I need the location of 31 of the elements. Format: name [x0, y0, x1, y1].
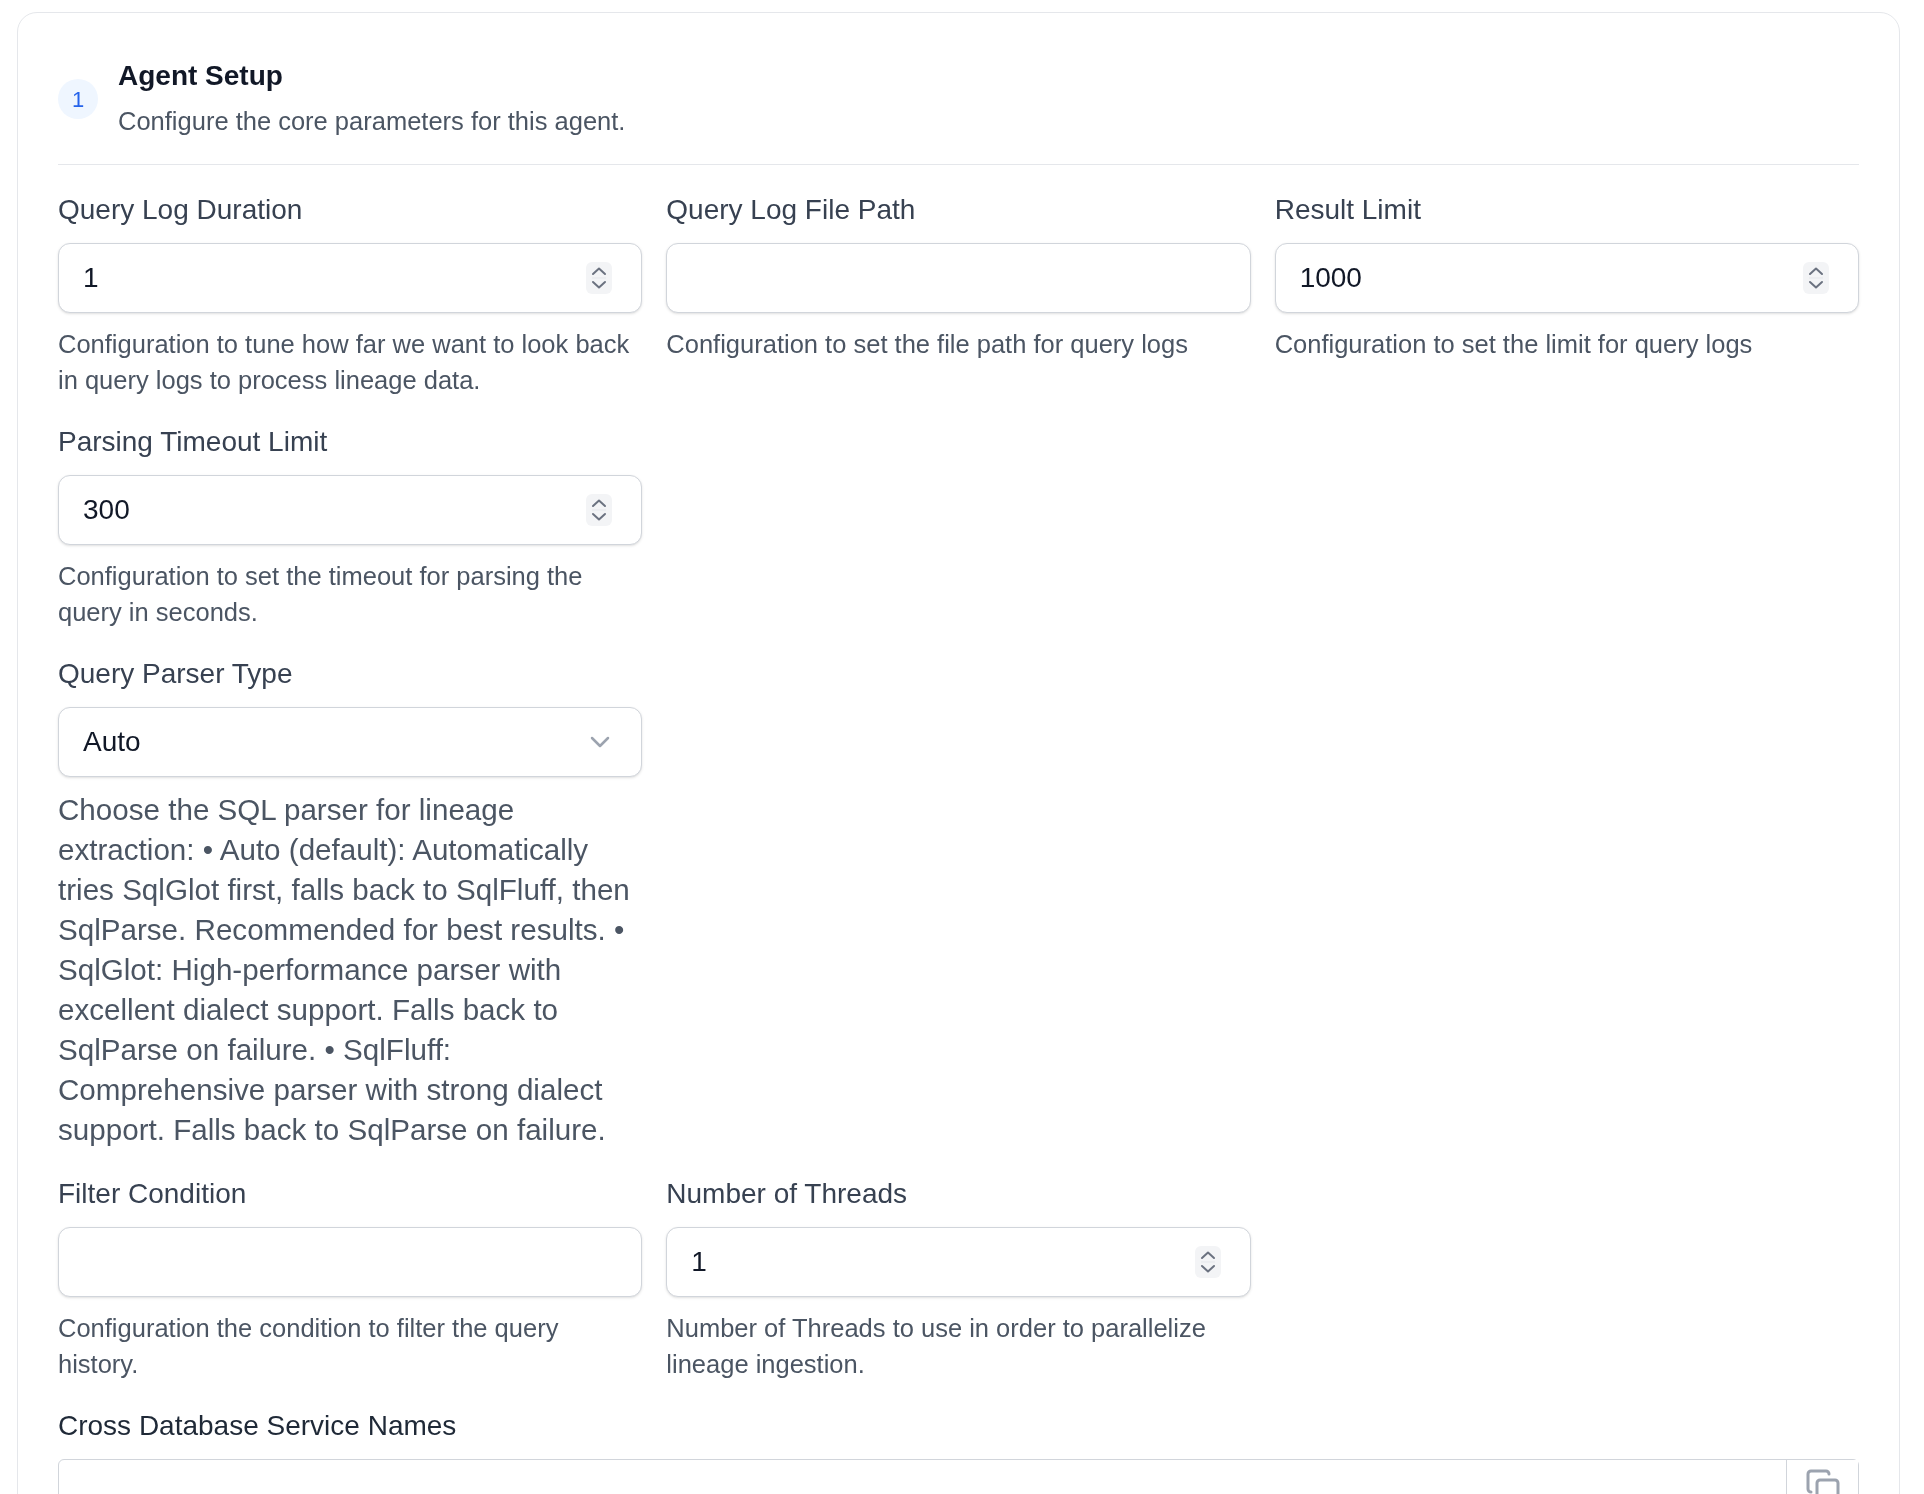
field-description: Choose the SQL parser for lineage extraction: • Auto (default): Automatically tries SqlGlot first, falls back to SqlFluff, then SqlParse. Recommended for best results. • SqlGlot: High-performance parser with excellent dialect support. Falls back to SqlParse on failure. • SqlFluff: Comprehensive parser with strong dialect support. Falls back to SqlParse on failure.	[58, 792, 631, 1148]
field-description: Configuration to tune how far we want to look back in query logs to process lineage data.	[58, 329, 631, 396]
field-label: Cross Database Service Names	[58, 1409, 458, 1443]
number-field[interactable]: 300	[58, 475, 643, 545]
field-label: Query Log File Path	[666, 193, 917, 227]
text-field[interactable]	[58, 1227, 643, 1297]
text-field[interactable]	[666, 243, 1251, 313]
field-description: Configuration to set the timeout for parsing the query in seconds.	[58, 561, 584, 628]
chevron-down-icon	[590, 736, 611, 748]
up-down-chevron-icon[interactable]	[586, 494, 613, 526]
field-description: Configuration to set the limit for query logs	[1274, 329, 1754, 360]
section-title: Agent Setup	[118, 59, 284, 93]
field-label: Number of Threads	[666, 1177, 909, 1211]
field-label: Parsing Timeout Limit	[58, 425, 329, 459]
section-subtitle: Configure the core parameters for this agent.	[118, 106, 626, 137]
field-label: Result Limit	[1274, 193, 1422, 227]
field-description: Number of Threads to use in order to parallelize lineage ingestion.	[666, 1313, 1207, 1380]
field-description: Configuration to set the file path for query logs	[666, 329, 1189, 360]
dropdown[interactable]: Auto	[58, 707, 643, 777]
step-number: 1	[58, 79, 98, 119]
number-field[interactable]: 1000	[1274, 243, 1859, 313]
number-field[interactable]: 1	[666, 1227, 1251, 1297]
field-label: Query Parser Type	[58, 657, 294, 691]
up-down-chevron-icon[interactable]	[1194, 1246, 1221, 1278]
field-description: Configuration the condition to filter the query history.	[58, 1313, 560, 1380]
up-down-chevron-icon[interactable]	[1803, 262, 1829, 294]
up-down-chevron-icon[interactable]	[586, 262, 613, 294]
field-label: Filter Condition	[58, 1177, 248, 1211]
copy-icon	[1804, 1468, 1841, 1494]
number-field[interactable]: 1	[58, 243, 643, 313]
field-label: Query Log Duration	[58, 193, 304, 227]
